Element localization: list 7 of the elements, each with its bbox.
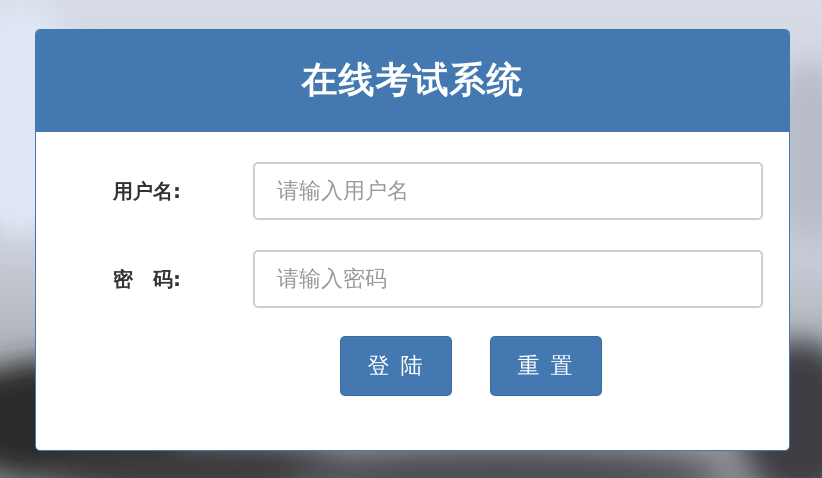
input-field[interactable]: 请输入用户名 xyxy=(253,162,763,220)
field-label: 密 码: xyxy=(113,266,181,293)
page-title: 在线考试系统 xyxy=(302,59,524,103)
reset-button[interactable]: 重 置 xyxy=(490,336,602,396)
input-field[interactable]: 请输入密码 xyxy=(253,250,763,308)
field-label: 用户名: xyxy=(113,178,181,205)
login-button[interactable]: 登 陆 xyxy=(340,336,452,396)
